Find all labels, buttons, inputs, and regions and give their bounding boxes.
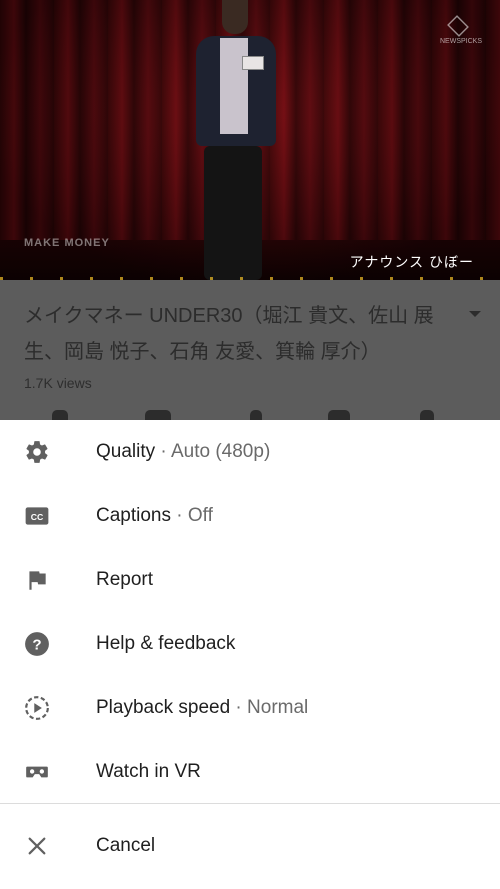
captions-separator: · [171, 505, 188, 526]
video-player[interactable]: NEWSPICKS MAKE MONEY アナウンス ひぼー [0, 0, 500, 280]
quality-separator: · [155, 441, 171, 462]
screen: NEWSPICKS MAKE MONEY アナウンス ひぼー メイクマネー UN… [0, 0, 500, 889]
menu-item-quality[interactable]: Quality · Auto (480p) [0, 420, 500, 484]
svg-text:CC: CC [31, 512, 44, 522]
svg-text:?: ? [32, 636, 41, 653]
presenter-figure [190, 0, 280, 280]
quality-label: Quality [96, 441, 156, 462]
vr-headset-icon [24, 759, 50, 785]
ad-markers [0, 277, 500, 280]
watch-in-vr-label: Watch in VR [96, 761, 201, 782]
action-icons-peek [0, 410, 500, 420]
cancel-button[interactable]: Cancel [0, 814, 500, 878]
view-count: 1.7K views [24, 375, 92, 391]
playback-speed-value: Normal [247, 697, 309, 718]
channel-watermark-logo: NEWSPICKS [440, 15, 482, 48]
cancel-label: Cancel [96, 835, 156, 856]
playback-speed-label: Playback speed [96, 697, 231, 718]
report-label: Report [96, 569, 154, 590]
help-feedback-label: Help & feedback [96, 633, 236, 654]
captions-label: Captions [96, 505, 171, 526]
playback-speed-icon [24, 695, 50, 721]
menu-item-captions[interactable]: CC Captions · Off [0, 484, 500, 548]
menu-item-help-feedback[interactable]: ? Help & feedback [0, 612, 500, 676]
captions-value: Off [187, 505, 213, 526]
closed-captions-icon: CC [24, 503, 50, 529]
video-title: メイクマネー UNDER30（堀江 貴文、佐山 展生、岡島 悦子、石角 友愛、箕… [24, 305, 434, 363]
menu-divider [0, 803, 500, 804]
show-logo: MAKE MONEY [24, 237, 110, 249]
menu-item-watch-in-vr[interactable]: Watch in VR [0, 740, 500, 804]
video-caption-overlay: アナウンス ひぼー [349, 254, 474, 270]
help-icon: ? [24, 631, 50, 657]
menu-item-playback-speed[interactable]: Playback speed · Normal [0, 676, 500, 740]
menu-item-report[interactable]: Report [0, 548, 500, 612]
close-icon [24, 833, 50, 859]
playback-speed-separator: · [230, 697, 248, 718]
flag-icon [24, 567, 50, 593]
quality-value: Auto (480p) [170, 441, 271, 462]
gear-icon [24, 439, 50, 465]
expand-description-icon [464, 306, 486, 328]
options-bottom-sheet: Quality · Auto (480p) CC Captions · Off … [0, 420, 500, 889]
video-info-dimmed: メイクマネー UNDER30（堀江 貴文、佐山 展生、岡島 悦子、石角 友愛、箕… [0, 280, 500, 420]
